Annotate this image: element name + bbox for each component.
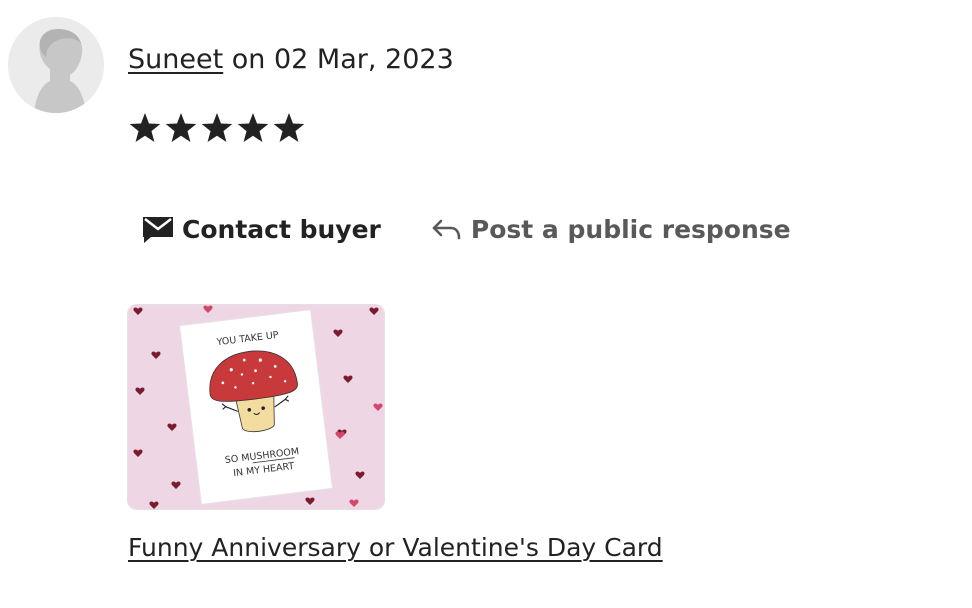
review-date: on 02 Mar, 2023	[223, 44, 454, 75]
star-icon	[165, 112, 197, 142]
review-byline: Suneet on 02 Mar, 2023	[128, 42, 454, 78]
post-public-response-button[interactable]: Post a public response	[431, 214, 791, 244]
contact-buyer-label: Contact buyer	[182, 214, 381, 244]
star-rating	[128, 110, 308, 148]
contact-buyer-button[interactable]: Contact buyer	[142, 214, 381, 244]
envelope-icon	[143, 217, 173, 243]
post-public-response-label: Post a public response	[470, 214, 791, 244]
star-icon	[201, 112, 233, 142]
star-icon	[237, 112, 269, 142]
listing-title-link[interactable]: Funny Anniversary or Valentine's Day Car…	[128, 531, 663, 565]
reply-arrow-icon	[432, 219, 461, 240]
default-avatar-icon	[8, 17, 104, 113]
review-actions: Contact buyer Post a public response	[142, 214, 791, 244]
star-icon	[273, 112, 305, 142]
reviewer-avatar	[8, 17, 104, 113]
mushroom-card-image: YOU TAKE UP SO MUSHROOM IN MY HEART	[128, 305, 384, 509]
star-icon	[129, 112, 161, 142]
reviewer-name-link[interactable]: Suneet	[128, 44, 223, 75]
listing-thumbnail[interactable]: YOU TAKE UP SO MUSHROOM IN MY HEART	[128, 305, 384, 509]
